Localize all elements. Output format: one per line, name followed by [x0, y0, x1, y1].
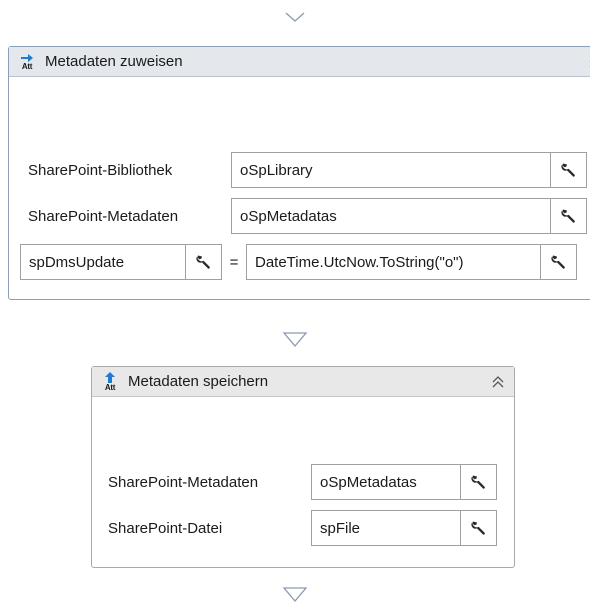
activity-metadaten-speichern[interactable]: Att Metadaten speichern SharePoint-Metad… [91, 366, 515, 568]
chevron-down-icon [285, 12, 305, 22]
collapse-button[interactable] [583, 50, 590, 74]
wrench-icon [550, 255, 565, 269]
wrench-icon [560, 163, 575, 177]
double-chevron-up-icon [492, 375, 504, 387]
field-label: SharePoint-Datei [108, 519, 223, 537]
activity-header: Att Metadaten zuweisen [9, 47, 590, 77]
assignment-row: spDmsUpdate = DateTime.UtcNow.ToString("… [20, 244, 577, 280]
field-row-sharepoint-metadaten: SharePoint-Metadaten oSpMetadatas [28, 198, 587, 234]
field-value-input[interactable]: oSpLibrary [231, 152, 551, 188]
triangle-down-icon [282, 332, 308, 348]
activity-metadaten-zuweisen[interactable]: Att Metadaten zuweisen SharePoint-Biblio… [8, 46, 590, 300]
collapse-button[interactable] [486, 370, 510, 394]
triangle-down-icon [282, 587, 308, 603]
activity-title: Metadaten speichern [128, 373, 269, 390]
assign-target-input[interactable]: spDmsUpdate [20, 244, 186, 280]
edit-expression-button[interactable] [541, 244, 577, 280]
field-value-input[interactable]: oSpMetadatas [231, 198, 551, 234]
edit-expression-button[interactable] [461, 464, 497, 500]
assign-expression-input[interactable]: DateTime.UtcNow.ToString("o") [246, 244, 541, 280]
assign-arrow-att-icon: Att [17, 51, 37, 73]
flow-connector-bottom [0, 586, 590, 606]
field-label: SharePoint-Bibliothek [28, 161, 173, 179]
wrench-icon [195, 255, 210, 269]
activity-header: Att Metadaten speichern [92, 367, 514, 397]
save-up-arrow-att-icon: Att [100, 371, 120, 393]
field-label: SharePoint-Metadaten [28, 207, 179, 225]
wrench-icon [560, 209, 575, 223]
field-row-sharepoint-datei: SharePoint-Datei spFile [108, 510, 497, 546]
edit-expression-button[interactable] [551, 152, 587, 188]
wrench-icon [470, 521, 485, 535]
activity-title: Metadaten zuweisen [45, 53, 183, 70]
field-label: SharePoint-Metadaten [108, 473, 259, 491]
flow-connector-middle [0, 331, 590, 351]
wrench-icon [470, 475, 485, 489]
field-value-input[interactable]: oSpMetadatas [311, 464, 461, 500]
flow-connector-top [0, 10, 590, 30]
field-row-sharepoint-bibliothek: SharePoint-Bibliothek oSpLibrary [28, 152, 587, 188]
edit-expression-button[interactable] [461, 510, 497, 546]
field-value-input[interactable]: spFile [311, 510, 461, 546]
assign-operator: = [229, 253, 239, 271]
field-row-sharepoint-metadaten: SharePoint-Metadaten oSpMetadatas [108, 464, 497, 500]
edit-target-button[interactable] [186, 244, 222, 280]
edit-expression-button[interactable] [551, 198, 587, 234]
